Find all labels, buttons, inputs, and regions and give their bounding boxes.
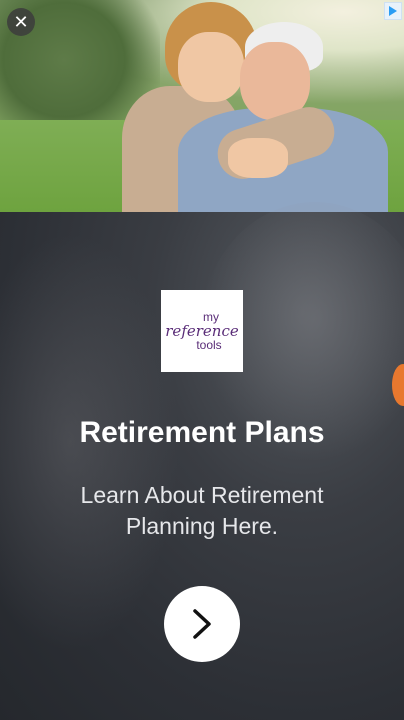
photo-hands [228,138,288,178]
cta-button[interactable] [164,586,240,662]
chevron-right-icon [193,609,211,639]
photo-woman-face [178,32,244,102]
ad-container[interactable]: ✕ my reference tools Retirement Plans Le… [0,0,404,720]
brand-logo[interactable]: my reference tools [161,290,243,372]
ad-subline: Learn About Retirement Planning Here. [80,482,324,539]
close-button[interactable]: ✕ [7,8,35,36]
ad-photo-couple[interactable] [0,0,404,212]
logo-text-reference: reference [165,322,239,340]
close-icon: ✕ [13,11,29,32]
ad-choices-icon[interactable] [384,2,402,20]
logo-text-tools: tools [196,338,222,352]
ad-headline: Retirement Plans [79,416,325,449]
